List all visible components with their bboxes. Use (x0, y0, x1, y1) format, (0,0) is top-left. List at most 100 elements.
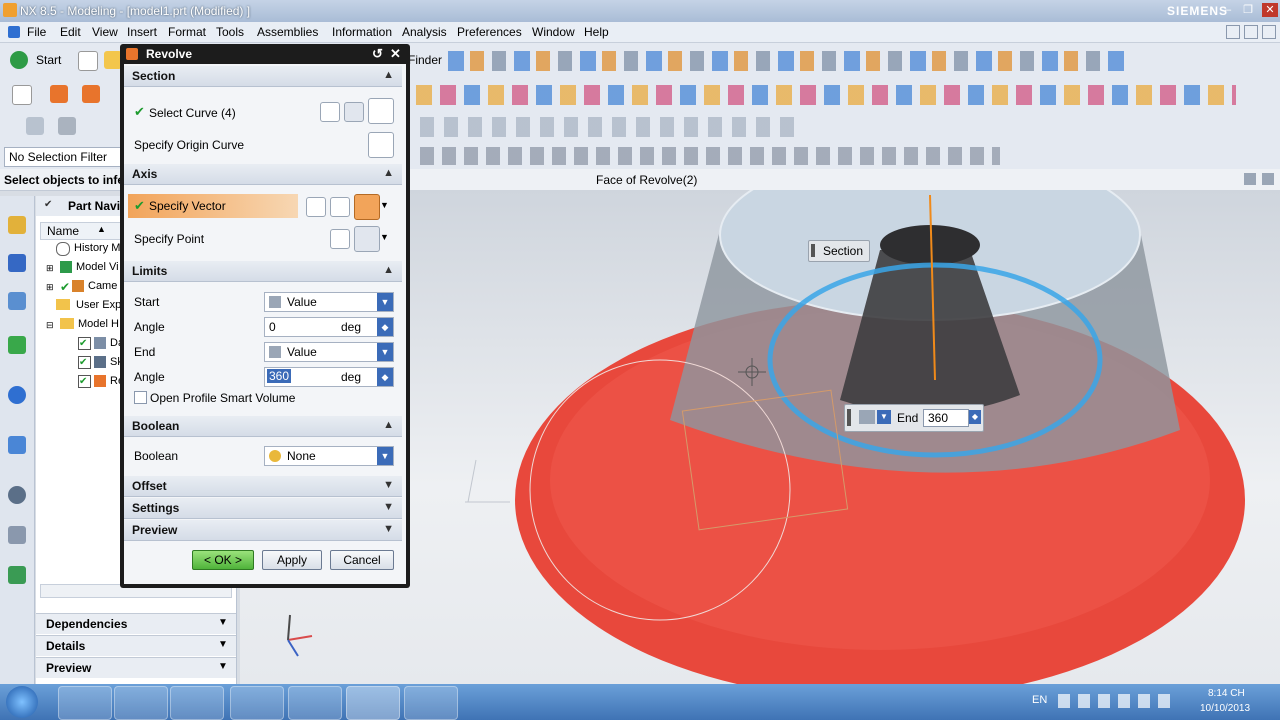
doc-restore-icon[interactable] (1244, 25, 1258, 39)
status-icon[interactable] (1244, 173, 1256, 185)
pin-icon[interactable]: ✔ (44, 199, 54, 210)
feature-toolbar-icons[interactable] (448, 51, 1128, 71)
menu-information[interactable]: Information (332, 25, 392, 39)
specify-vector-row[interactable]: ✔ Specify Vector (128, 194, 298, 218)
cancel-button[interactable]: Cancel (330, 550, 394, 570)
start-menu[interactable]: Start (36, 53, 61, 67)
menu-tools[interactable]: Tools (216, 25, 244, 39)
menu-window[interactable]: Window (532, 25, 575, 39)
end-type-dropdown[interactable]: Value ▼ (264, 342, 394, 362)
end-angle-input[interactable]: 360 deg ◆ (264, 367, 394, 387)
preview-panel[interactable]: Preview ▼ (36, 657, 236, 678)
snap-point-icons[interactable] (420, 147, 1000, 165)
extrude-icon[interactable] (50, 85, 68, 103)
minimize-icon[interactable]: – (1220, 3, 1236, 17)
vector-dialog-icon[interactable] (330, 197, 350, 217)
boolean-dropdown[interactable]: None ▼ (264, 446, 394, 466)
chevron-down-icon[interactable]: ▼ (380, 200, 389, 210)
chrome-taskbar-icon[interactable] (230, 686, 284, 720)
history-icon[interactable] (8, 486, 26, 504)
chevron-down-icon[interactable]: ▼ (877, 410, 891, 424)
reset-icon[interactable]: ↺ (372, 46, 383, 62)
menu-edit[interactable]: Edit (60, 25, 81, 39)
settings-group-header[interactable]: Settings ▼ (124, 498, 402, 519)
start-angle-input[interactable]: 0 deg ◆ (264, 317, 394, 337)
deselect-icon[interactable] (320, 102, 340, 122)
limits-group-header[interactable]: Limits ▲ (124, 261, 402, 282)
ok-button[interactable]: < OK > (192, 550, 254, 570)
menu-file[interactable]: File (27, 25, 46, 39)
start-icon[interactable] (10, 51, 28, 69)
process-studio-icon[interactable] (8, 436, 26, 454)
menu-format[interactable]: Format (168, 25, 206, 39)
name-column-header[interactable]: Name ▲ (40, 222, 122, 240)
menu-analysis[interactable]: Analysis (402, 25, 447, 39)
point-inferred-icon[interactable] (354, 226, 380, 252)
dialog-title-bar[interactable]: Revolve ↺ ✕ (120, 44, 410, 64)
open-profile-checkbox[interactable] (134, 391, 147, 404)
toolbar-icon[interactable] (58, 117, 76, 135)
spinner-icon[interactable]: ◆ (377, 318, 393, 336)
language-indicator[interactable]: EN (1032, 694, 1047, 706)
menu-help[interactable]: Help (584, 25, 609, 39)
command-finder[interactable]: Finder (408, 53, 442, 67)
doc-minimize-icon[interactable] (1226, 25, 1240, 39)
reuse-library-icon[interactable] (8, 336, 26, 354)
vector-inferred-icon[interactable] (354, 194, 380, 220)
menu-insert[interactable]: Insert (127, 25, 157, 39)
apply-button[interactable]: Apply (262, 550, 322, 570)
specify-point-label[interactable]: Specify Point (134, 232, 204, 246)
system-materials-icon[interactable] (8, 526, 26, 544)
close-icon[interactable]: ✕ (1262, 3, 1278, 17)
menu-assemblies[interactable]: Assemblies (257, 25, 318, 39)
explorer-taskbar-icon[interactable] (114, 686, 168, 720)
part-navigator-icon[interactable] (8, 216, 26, 234)
new-file-icon[interactable] (78, 51, 98, 71)
spinner-icon[interactable]: ◆ (377, 368, 393, 386)
axis-group-header[interactable]: Axis ▲ (124, 164, 402, 185)
sketch-icon[interactable] (12, 85, 32, 105)
end-value-input[interactable]: 360 (923, 409, 969, 427)
details-panel[interactable]: Details ▼ (36, 635, 236, 656)
close-icon[interactable]: ✕ (390, 46, 401, 62)
surface-toolbar-icons[interactable] (416, 85, 1236, 105)
nx-taskbar-icon[interactable] (346, 686, 400, 720)
assembly-navigator-icon[interactable] (8, 254, 26, 272)
web-browser-icon[interactable] (8, 386, 26, 404)
clock-time[interactable]: 8:14 CH (1208, 688, 1245, 699)
origin-curve-icon[interactable] (368, 132, 394, 158)
tray-icons[interactable] (1058, 694, 1178, 708)
curve-icon[interactable] (368, 98, 394, 124)
menu-view[interactable]: View (92, 25, 118, 39)
origin-curve-label[interactable]: Specify Origin Curve (134, 138, 244, 152)
restore-icon[interactable]: ❐ (1240, 3, 1256, 17)
end-angle-handle[interactable]: ▼ End 360 ◆ (844, 404, 984, 432)
recorder-taskbar-icon[interactable] (404, 686, 458, 720)
menu-preferences[interactable]: Preferences (457, 25, 522, 39)
section-tag[interactable]: Section (808, 240, 870, 262)
revolve-icon[interactable] (82, 85, 100, 103)
chevron-down-icon[interactable]: ▼ (380, 232, 389, 242)
section-group-header[interactable]: Section ▲ (124, 66, 402, 87)
ie-taskbar-icon[interactable] (58, 686, 112, 720)
checkbox[interactable]: ✔ (78, 375, 91, 388)
collapse-icon[interactable]: ⊟ (46, 320, 54, 331)
sketch-section-icon[interactable] (344, 102, 364, 122)
clock-date[interactable]: 10/10/2013 (1200, 703, 1250, 714)
selection-toolbar-icon[interactable] (26, 117, 44, 135)
checkbox[interactable]: ✔ (78, 337, 91, 350)
doc-close-icon[interactable] (1262, 25, 1276, 39)
point-dialog-icon[interactable] (330, 229, 350, 249)
checkbox[interactable]: ✔ (78, 356, 91, 369)
skype-taskbar-icon[interactable] (288, 686, 342, 720)
offset-group-header[interactable]: Offset ▼ (124, 476, 402, 497)
reverse-direction-icon[interactable] (306, 197, 326, 217)
select-curve-label[interactable]: Select Curve (4) (149, 106, 236, 120)
selection-filter-dropdown[interactable]: No Selection Filter (4, 147, 122, 167)
preview-group-header[interactable]: Preview ▼ (124, 520, 402, 541)
start-orb-icon[interactable] (6, 686, 38, 718)
start-type-dropdown[interactable]: Value ▼ (264, 292, 394, 312)
roles-icon[interactable] (8, 566, 26, 584)
spinner-icon[interactable]: ◆ (969, 410, 981, 424)
status-icon[interactable] (1262, 173, 1274, 185)
